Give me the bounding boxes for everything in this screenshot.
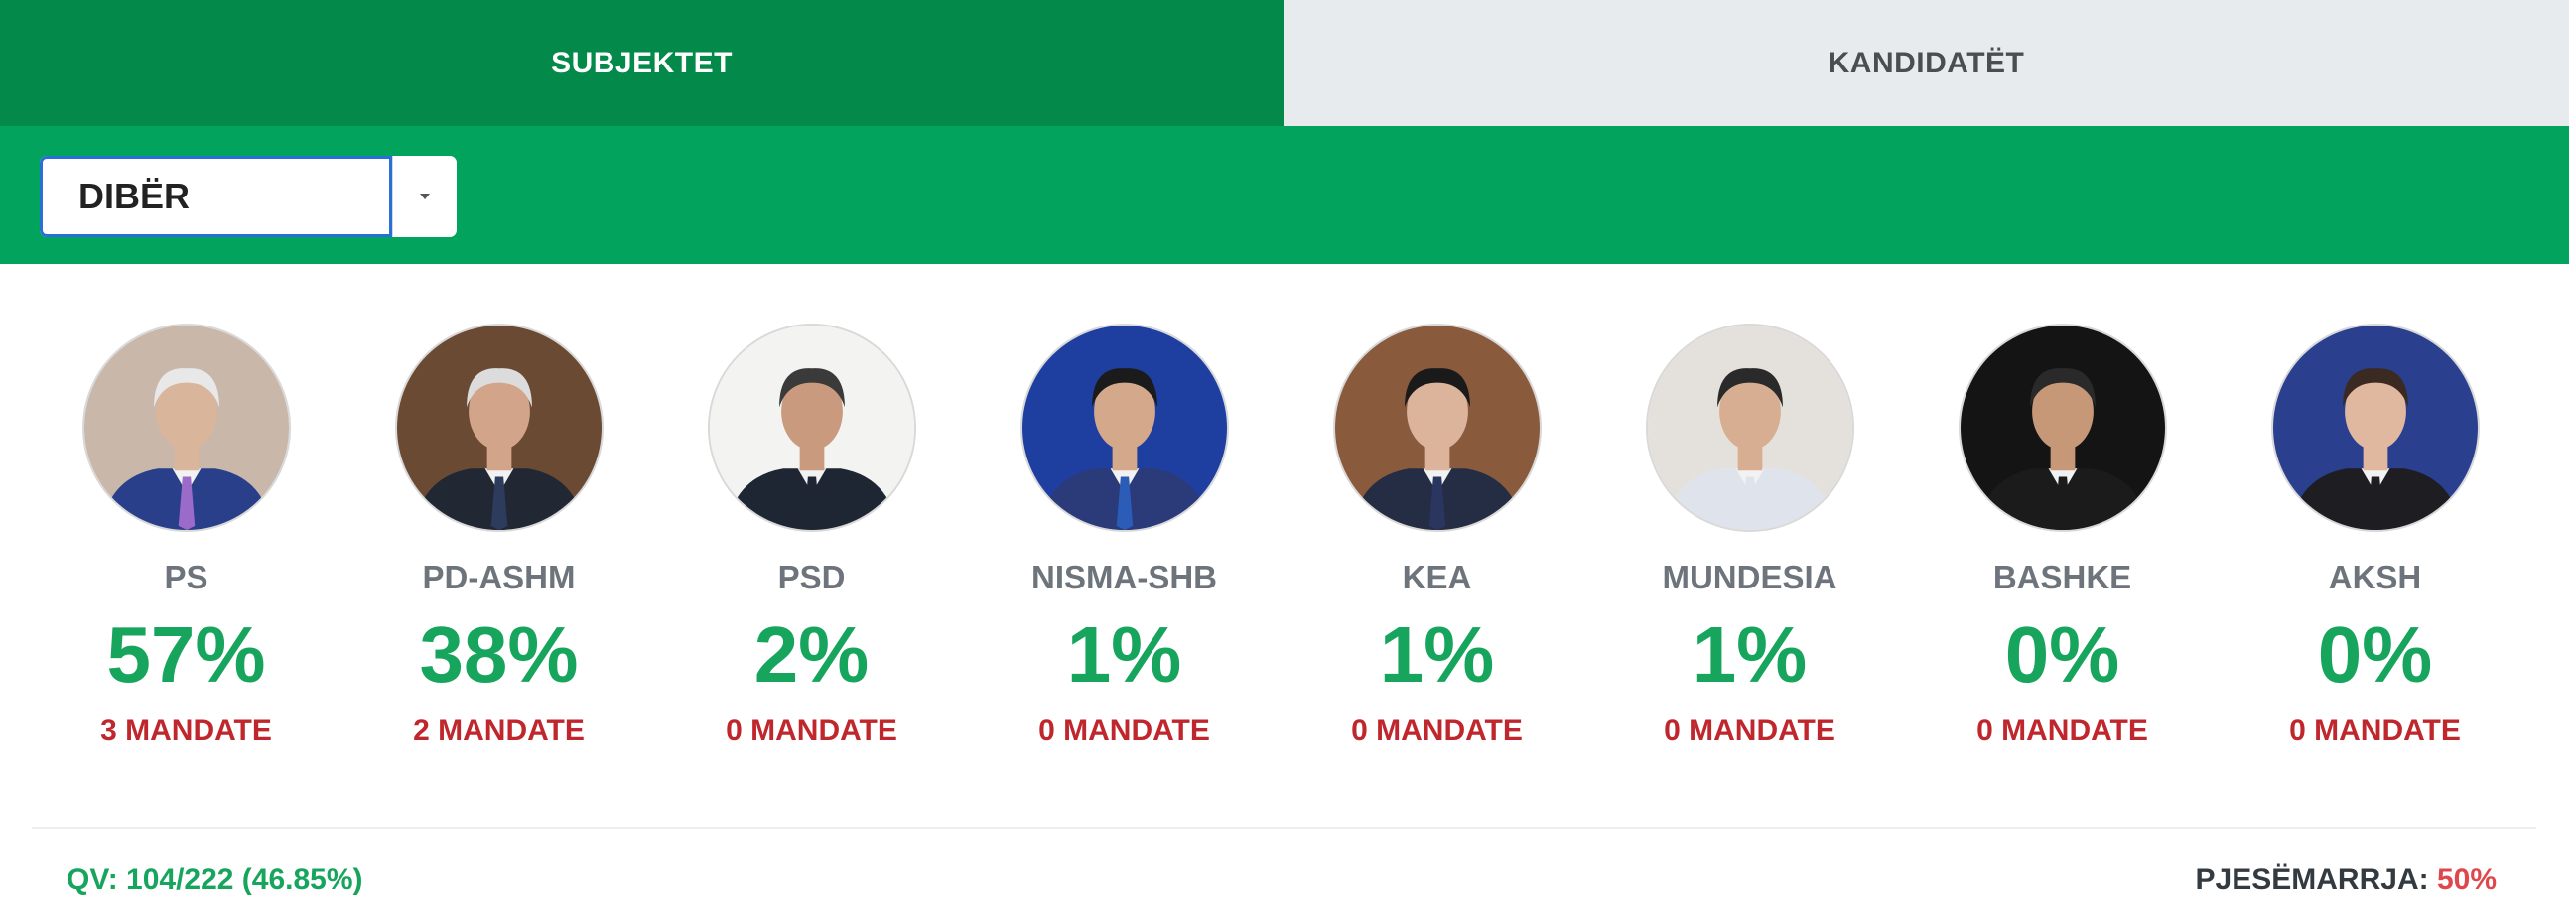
party-card: PD-ASHM 38% 2 MANDATE [342, 324, 655, 750]
party-mandates: 0 MANDATE [1351, 715, 1523, 747]
party-mandates: 2 MANDATE [413, 715, 585, 747]
party-name: PSD [777, 559, 846, 595]
dropdown-toggle[interactable] [392, 156, 457, 237]
party-percent: 38% [419, 610, 579, 699]
party-leader-avatar [1958, 324, 2167, 532]
party-percent: 2% [753, 610, 870, 699]
portrait-illustration [1021, 326, 1227, 530]
party-name: BASHKE [1992, 559, 2132, 595]
party-leader-avatar [1645, 324, 1854, 532]
party-name: MUNDESIA [1662, 559, 1837, 595]
portrait-illustration [83, 326, 289, 530]
party-name: AKSH [2328, 559, 2422, 595]
party-card: KEA 1% 0 MANDATE [1281, 324, 1593, 750]
turnout-value: 50% [2436, 863, 2497, 896]
party-mandates: 0 MANDATE [1976, 715, 2148, 747]
filter-bar: DIBËR [0, 126, 2569, 264]
party-percent: 57% [106, 610, 266, 699]
party-card: PSD 2% 0 MANDATE [655, 324, 968, 750]
party-percent: 0% [2317, 610, 2433, 699]
portrait-illustration [2272, 326, 2478, 530]
results-widget: SUBJEKTET KANDIDATËT DIBËR PS 57% 3 MAND… [0, 0, 2576, 913]
party-mandates: 3 MANDATE [100, 715, 272, 747]
party-card: AKSH 0% 0 MANDATE [2219, 324, 2531, 750]
party-name: PS [164, 559, 208, 595]
district-select-value[interactable]: DIBËR [40, 156, 392, 237]
turnout-label: PJESËMARRJA: [2195, 863, 2429, 896]
portrait-illustration [709, 326, 914, 530]
party-leader-avatar [1019, 324, 1229, 532]
party-leader-avatar [707, 324, 916, 532]
party-mandates: 0 MANDATE [2289, 715, 2461, 747]
party-leader-avatar [2270, 324, 2480, 532]
party-name: KEA [1402, 559, 1472, 595]
party-percent: 1% [1066, 610, 1182, 699]
portrait-illustration [1960, 326, 2165, 530]
party-mandates: 0 MANDATE [1664, 715, 1835, 747]
party-name: PD-ASHM [422, 559, 576, 595]
tab-candidates[interactable]: KANDIDATËT [1284, 0, 2569, 126]
party-percent: 1% [1692, 610, 1808, 699]
divider [32, 827, 2536, 829]
party-mandates: 0 MANDATE [726, 715, 897, 747]
party-percent: 1% [1379, 610, 1495, 699]
party-card: NISMA-SHB 1% 0 MANDATE [968, 324, 1281, 750]
portrait-illustration [396, 326, 602, 530]
portrait-illustration [1647, 326, 1852, 530]
tab-subjects[interactable]: SUBJEKTET [0, 0, 1284, 126]
party-card: BASHKE 0% 0 MANDATE [1906, 324, 2219, 750]
polling-stations-count: QV: 104/222 (46.85%) [67, 863, 363, 896]
party-leader-avatar [81, 324, 291, 532]
party-leader-avatar [394, 324, 604, 532]
party-results: PS 57% 3 MANDATE PD-ASHM 38% 2 MANDATE P… [0, 264, 2569, 780]
party-card: PS 57% 3 MANDATE [30, 324, 342, 750]
party-leader-avatar [1332, 324, 1542, 532]
party-name: NISMA-SHB [1031, 559, 1217, 595]
turnout: PJESËMARRJA: 50% [2196, 863, 2497, 897]
party-card: MUNDESIA 1% 0 MANDATE [1593, 324, 1906, 750]
party-percent: 0% [2004, 610, 2120, 699]
district-select[interactable]: DIBËR [40, 156, 457, 237]
party-mandates: 0 MANDATE [1038, 715, 1210, 747]
caret-down-icon [420, 194, 430, 199]
tab-bar: SUBJEKTET KANDIDATËT [0, 0, 2569, 126]
portrait-illustration [1334, 326, 1540, 530]
